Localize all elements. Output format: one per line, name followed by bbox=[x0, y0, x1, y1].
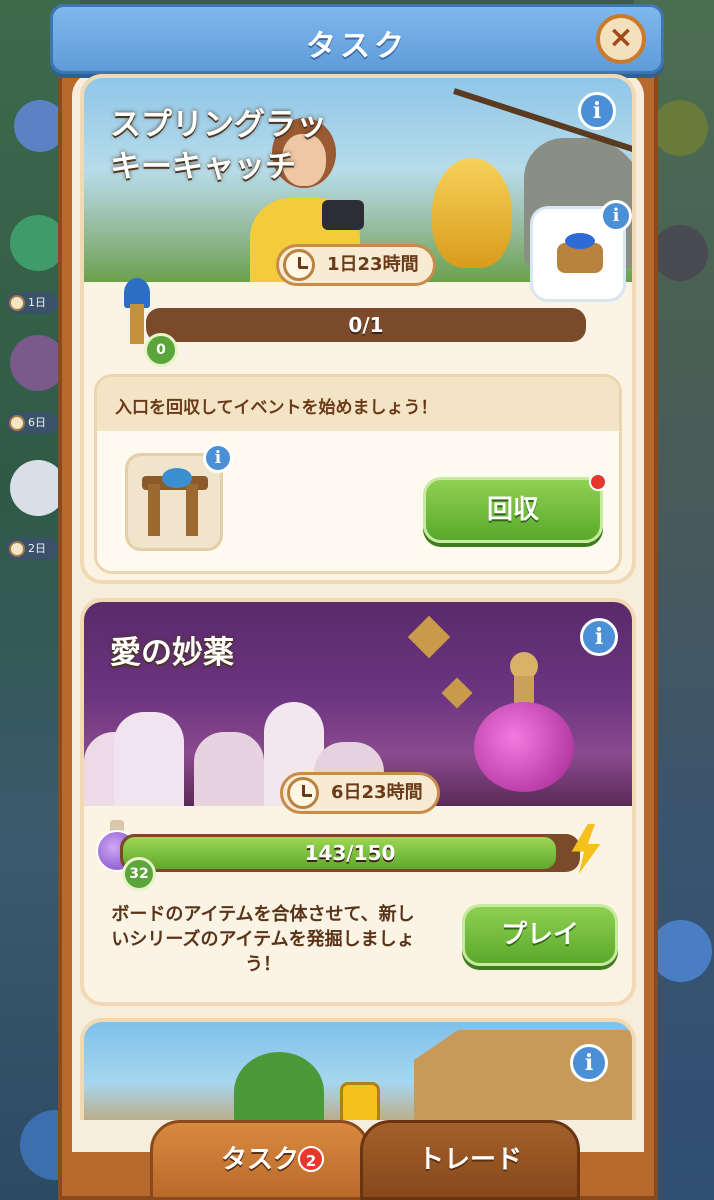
progress-text: 143/150 bbox=[304, 841, 396, 865]
play-button[interactable]: プレイ bbox=[462, 904, 618, 966]
tab-tasks[interactable]: タスク bbox=[150, 1120, 370, 1200]
event-title: スプリングラッ キーキャッチ bbox=[110, 104, 327, 188]
tab-label: タスク bbox=[220, 1145, 299, 1175]
reward-info-icon[interactable]: i bbox=[600, 200, 632, 232]
level-badge: 32 bbox=[122, 857, 156, 891]
lock-icon bbox=[340, 1082, 380, 1120]
task-box: 入口を回収してイベントを始めましょう！ i 回収 bbox=[94, 374, 622, 574]
side-timer-badge: 1日 bbox=[6, 292, 58, 314]
description-line: う！ bbox=[245, 954, 281, 975]
info-icon[interactable]: i bbox=[570, 1044, 608, 1082]
description-line: ボードのアイテムを合体させて、新し bbox=[111, 904, 415, 925]
tab-trade[interactable]: トレード bbox=[360, 1120, 580, 1200]
entrance-item-icon bbox=[142, 468, 208, 540]
notification-dot bbox=[589, 473, 607, 491]
item-info-icon[interactable]: i bbox=[203, 443, 233, 473]
close-button[interactable]: × bbox=[596, 14, 646, 64]
tab-notification-badge: 2 bbox=[298, 1146, 324, 1172]
side-event-icon[interactable] bbox=[652, 225, 708, 281]
tab-label: トレード bbox=[417, 1145, 522, 1175]
task-instruction: 入口を回収してイベントを始めましょう！ bbox=[115, 398, 438, 418]
info-icon[interactable]: i bbox=[578, 92, 616, 130]
event-banner: i bbox=[84, 1022, 632, 1120]
panel-header: タスク bbox=[50, 4, 664, 74]
task-instruction-bar: 入口を回収してイベントを始めましょう！ bbox=[97, 377, 619, 431]
event-timer: 6日23時間 bbox=[280, 772, 440, 814]
clock-icon bbox=[283, 249, 315, 281]
page-title: タスク bbox=[306, 29, 408, 64]
event-progress-bar: 143/150 bbox=[120, 834, 580, 872]
side-timer-badge: 2日 bbox=[6, 538, 58, 560]
level-badge: 0 bbox=[144, 333, 178, 367]
side-timer-badge: 6日 bbox=[6, 412, 58, 434]
side-event-icon[interactable] bbox=[652, 100, 708, 156]
event-card-spring-lucky-catch: スプリングラッ キーキャッチ i 1日23時間 i 0/1 0 入口を回収してイ… bbox=[80, 74, 636, 584]
event-title-line: キーキャッチ bbox=[110, 149, 296, 185]
camera-icon bbox=[322, 200, 364, 230]
golden-fish-illustration bbox=[432, 158, 512, 268]
timer-text: 1日23時間 bbox=[327, 254, 419, 275]
clock-icon bbox=[287, 777, 319, 809]
potion-bottle-illustration bbox=[474, 652, 574, 792]
event-card-beach: i bbox=[80, 1018, 636, 1120]
event-description: ボードのアイテムを合体させて、新し いシリーズのアイテムを発掘しましょ う！ bbox=[98, 902, 428, 977]
event-title-line: スプリングラッ bbox=[110, 107, 327, 143]
palm-tree-illustration bbox=[234, 1052, 324, 1120]
event-card-love-potion: 愛の妙薬 i 6日23時間 143/150 32 ボードのアイテムを合体させて、… bbox=[80, 598, 636, 1006]
stars-decoration bbox=[441, 677, 473, 709]
progress-text: 0/1 bbox=[348, 313, 384, 337]
event-title: 愛の妙薬 bbox=[110, 635, 234, 671]
description-line: いシリーズのアイテムを発掘しましょ bbox=[111, 929, 415, 950]
timer-text: 6日23時間 bbox=[331, 782, 423, 803]
collect-button[interactable]: 回収 bbox=[423, 477, 603, 543]
info-icon[interactable]: i bbox=[580, 618, 618, 656]
stars-decoration bbox=[407, 615, 451, 659]
event-timer: 1日23時間 bbox=[276, 244, 436, 286]
mail-icon[interactable] bbox=[650, 920, 712, 982]
ribbon-icon bbox=[565, 233, 595, 249]
event-progress-bar: 0/1 bbox=[146, 308, 586, 342]
